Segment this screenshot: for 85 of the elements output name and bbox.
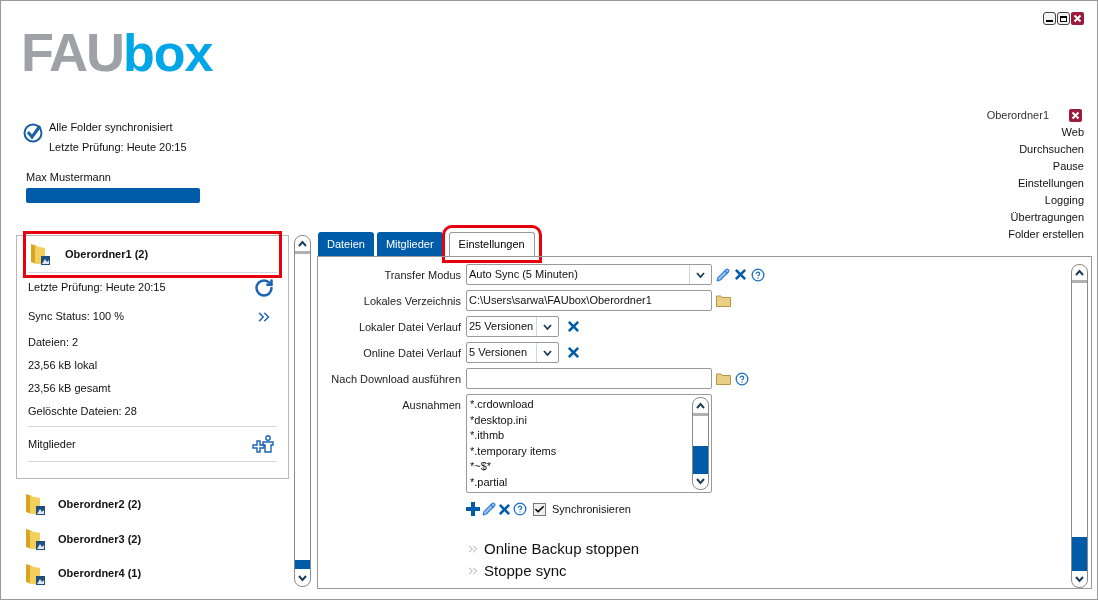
delete-icon[interactable] — [567, 346, 580, 359]
folder-icon[interactable] — [716, 294, 731, 307]
menu-link[interactable]: Logging — [1044, 191, 1084, 209]
folder-detail: 23,56 kB lokal — [28, 358, 98, 374]
folder-item[interactable]: Oberordner4 (1) — [16, 556, 289, 591]
dropdown[interactable]: 5 Versionen — [466, 342, 559, 363]
scrollbar[interactable] — [1071, 264, 1088, 588]
field-label: Lokales Verzeichnis — [362, 294, 461, 309]
members-label: Mitglieder — [28, 436, 76, 452]
list-item[interactable]: *.ithmb — [470, 428, 692, 444]
list-item[interactable]: *desktop.ini — [470, 412, 692, 428]
close-icon[interactable] — [1069, 108, 1082, 122]
list-item[interactable]: *.partial — [470, 474, 692, 490]
help-icon[interactable] — [735, 371, 749, 386]
folder-item[interactable]: Oberordner2 (2) — [16, 487, 289, 522]
field-label: Online Datei Verlauf — [362, 346, 461, 361]
checkbox-label: Synchronisieren — [552, 502, 631, 517]
folder-header[interactable]: Oberordner1 (2) — [28, 236, 277, 273]
menu-link[interactable]: Übertragungen — [1010, 208, 1084, 226]
scroll-thumb[interactable] — [295, 560, 310, 569]
logo-text: box — [123, 27, 213, 79]
folder-detail: Sync Status: 100 % — [28, 309, 124, 325]
action-link[interactable]: Online Backup stoppen — [466, 539, 712, 558]
folder-detail: Gelöschte Dateien: 28 — [28, 404, 137, 420]
scroll-down-icon[interactable] — [693, 476, 708, 486]
dropdown-caret-icon[interactable] — [543, 323, 552, 330]
folder-detail: Letzte Prüfung: Heute 20:15 — [28, 280, 166, 296]
delete-icon[interactable] — [567, 320, 580, 333]
list-item[interactable]: *~$* — [470, 459, 692, 475]
edit-icon[interactable] — [482, 502, 496, 517]
list-item[interactable]: *.crdownload — [470, 397, 692, 413]
status-text: Letzte Prüfung: Heute 20:15 — [49, 139, 187, 155]
status-text: Alle Folder synchronisiert — [49, 120, 174, 135]
folder-icon — [29, 242, 51, 266]
field-label: Ausnahmen — [401, 398, 461, 413]
exclusion-list[interactable]: *.crdownload *desktop.ini *.ithmb *.temporary items *~$* *.partial — [466, 394, 712, 493]
folder-title: Oberordner1 — [986, 108, 1049, 123]
field-label: Nach Download ausführen — [330, 372, 461, 387]
tab[interactable]: Mitglieder — [376, 232, 443, 256]
help-icon[interactable] — [513, 502, 527, 517]
folder-icon — [24, 527, 46, 551]
menu-link[interactable]: Pause — [1052, 157, 1084, 175]
dropdown-caret-icon[interactable] — [696, 271, 705, 278]
menu-link[interactable]: Web — [1061, 123, 1084, 141]
delete-icon[interactable] — [498, 502, 511, 516]
folder-item[interactable]: Oberordner3 (2) — [16, 521, 289, 557]
menu-link[interactable]: Durchsuchen — [1019, 140, 1084, 158]
help-icon[interactable] — [751, 267, 765, 282]
scroll-thumb[interactable] — [1072, 537, 1087, 571]
delete-icon[interactable] — [734, 268, 747, 281]
add-member-icon[interactable] — [252, 435, 274, 453]
scroll-up-icon[interactable] — [1072, 268, 1087, 278]
input-field[interactable] — [466, 368, 712, 389]
tab[interactable]: Dateien — [318, 232, 374, 256]
minimize-button[interactable] — [1043, 12, 1056, 25]
maximize-button[interactable] — [1057, 12, 1070, 25]
folder-icon — [24, 492, 46, 517]
add-icon[interactable] — [466, 502, 480, 517]
edit-icon[interactable] — [716, 267, 730, 282]
scrollbar[interactable] — [692, 397, 709, 490]
refresh-icon[interactable] — [254, 277, 274, 298]
folder-detail: 23,56 kB gesamt — [28, 381, 111, 397]
menu-link[interactable]: Einstellungen — [1017, 174, 1084, 192]
logo-text: FAU — [21, 25, 123, 79]
field-label: Transfer Modus — [383, 268, 461, 283]
folder-detail: Dateien: 2 — [28, 335, 79, 351]
scroll-up-icon[interactable] — [693, 401, 708, 411]
dropdown[interactable]: Auto Sync (5 Minuten) — [466, 264, 712, 285]
folder-icon — [24, 561, 46, 586]
scroll-thumb[interactable] — [693, 446, 708, 474]
field-label: Lokaler Datei Verlauf — [357, 320, 461, 335]
scroll-down-icon[interactable] — [1072, 574, 1087, 584]
user-name: Max Mustermann — [25, 170, 112, 185]
checkbox[interactable] — [533, 502, 546, 516]
list-item[interactable]: *.temporary items — [470, 443, 692, 459]
scroll-down-icon[interactable] — [295, 573, 310, 583]
folder-icon[interactable] — [716, 372, 731, 385]
scroll-up-icon[interactable] — [295, 239, 310, 249]
dropdown[interactable]: 25 Versionen — [466, 316, 559, 337]
input-field[interactable]: C:\Users\sarwa\FAUbox\Oberordner1 — [466, 290, 712, 311]
action-link[interactable]: Stoppe sync — [466, 561, 712, 580]
scrollbar[interactable] — [294, 235, 311, 587]
close-icon[interactable] — [1071, 12, 1084, 25]
menu-link[interactable]: Folder erstellen — [1008, 225, 1084, 243]
dropdown-caret-icon[interactable] — [543, 349, 552, 356]
